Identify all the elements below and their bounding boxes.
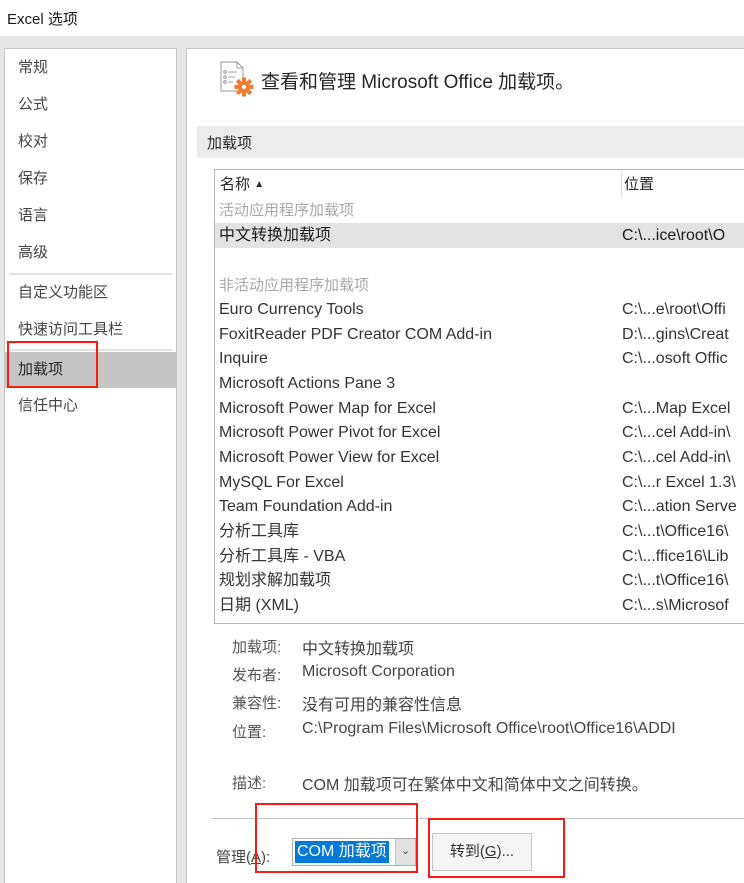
- detail-value-compatibility: 没有可用的兼容性信息: [302, 697, 463, 714]
- list-item[interactable]: 中文转换加载项 C:\...ice\root\O: [215, 223, 744, 248]
- sidebar-item-proofing[interactable]: 校对: [5, 125, 176, 159]
- manage-dropdown[interactable]: COM 加载项 ⌄: [292, 838, 416, 866]
- sidebar-item-general[interactable]: 常规: [5, 51, 176, 85]
- page-title: 查看和管理 Microsoft Office 加载项。: [261, 72, 575, 93]
- detail-label-description: 描述:: [232, 775, 267, 792]
- go-button[interactable]: 转到(G)...: [432, 833, 532, 871]
- sidebar: 常规 公式 校对 保存 语言 高级 自定义功能区 快速访问工具栏 加载项 信任中…: [4, 48, 177, 883]
- detail-label-addin: 加载项:: [232, 639, 282, 656]
- title-bar: Excel 选项: [0, 0, 744, 36]
- sort-ascending-icon: ▲: [254, 179, 265, 190]
- bottom-divider: [211, 818, 744, 819]
- sidebar-item-formulas[interactable]: 公式: [5, 88, 176, 122]
- detail-label-location: 位置:: [232, 724, 267, 741]
- sidebar-item-customize-ribbon[interactable]: 自定义功能区: [5, 276, 176, 310]
- sidebar-item-language[interactable]: 语言: [5, 199, 176, 233]
- list-item[interactable]: FoxitReader PDF Creator COM Add-in D:\..…: [215, 322, 744, 347]
- list-item[interactable]: Team Foundation Add-in C:\...ation Serve: [215, 494, 744, 519]
- list-item[interactable]: 分析工具库 - VBA C:\...ffice16\Lib: [215, 544, 744, 569]
- group-header-inactive: 非活动应用程序加载项: [219, 277, 370, 294]
- list-item[interactable]: Microsoft Power View for Excel C:\...cel…: [215, 445, 744, 470]
- list-item[interactable]: Microsoft Power Pivot for Excel C:\...ce…: [215, 420, 744, 445]
- list-item[interactable]: 分析工具库 C:\...t\Office16\: [215, 519, 744, 544]
- manage-dropdown-value: COM 加载项: [295, 841, 389, 863]
- manage-label: 管理(A):: [216, 849, 271, 866]
- sidebar-item-save[interactable]: 保存: [5, 162, 176, 196]
- detail-value-addin: 中文转换加载项: [302, 641, 415, 658]
- section-header-addins: 加载项: [197, 126, 744, 158]
- detail-value-publisher: Microsoft Corporation: [302, 663, 455, 680]
- list-item[interactable]: Microsoft Power Map for Excel C:\...Map …: [215, 396, 744, 421]
- column-separator[interactable]: [621, 170, 622, 198]
- sidebar-divider: [9, 349, 172, 351]
- main-panel: 查看和管理 Microsoft Office 加载项。 加载项 名称 ▲ 位置 …: [186, 48, 744, 883]
- list-item[interactable]: 规划求解加载项 C:\...t\Office16\: [215, 568, 744, 593]
- sidebar-item-advanced[interactable]: 高级: [5, 236, 176, 270]
- list-item[interactable]: Microsoft Actions Pane 3: [215, 371, 744, 396]
- list-item[interactable]: MySQL For Excel C:\...r Excel 1.3\: [215, 470, 744, 495]
- section-title: 加载项: [207, 135, 253, 152]
- group-header-active: 活动应用程序加载项: [219, 202, 355, 219]
- list-item[interactable]: 日期 (XML) C:\...s\Microsof: [215, 593, 744, 618]
- sidebar-item-quick-access-toolbar[interactable]: 快速访问工具栏: [5, 313, 176, 347]
- detail-value-description: COM 加载项可在繁体中文和简体中文之间转换。: [302, 777, 648, 794]
- list-item[interactable]: Euro Currency Tools C:\...e\root\Offi: [215, 297, 744, 322]
- sidebar-divider: [9, 273, 172, 275]
- addins-manage-icon: [219, 61, 255, 97]
- detail-label-compatibility: 兼容性:: [232, 695, 282, 712]
- sidebar-item-trust-center[interactable]: 信任中心: [5, 389, 176, 423]
- list-item[interactable]: Inquire C:\...osoft Offic: [215, 346, 744, 371]
- addins-list[interactable]: 名称 ▲ 位置 活动应用程序加载项 中文转换加载项 C:\...ice\root…: [214, 169, 744, 624]
- sidebar-item-addins[interactable]: 加载项: [5, 352, 176, 388]
- window-title: Excel 选项: [7, 11, 78, 28]
- chevron-down-icon[interactable]: ⌄: [395, 839, 415, 865]
- detail-label-publisher: 发布者:: [232, 667, 282, 684]
- detail-value-location: C:\Program Files\Microsoft Office\root\O…: [302, 720, 676, 737]
